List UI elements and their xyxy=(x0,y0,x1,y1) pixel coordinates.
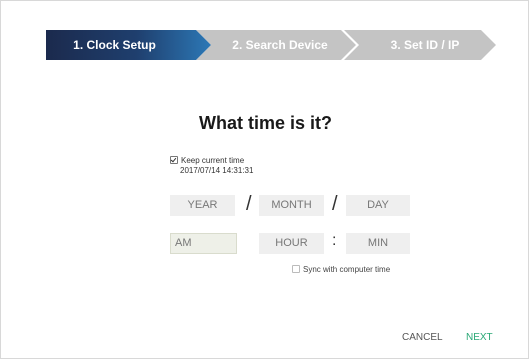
step-breadcrumb: 1. Clock Setup 2. Search Device 3. Set I… xyxy=(46,30,496,60)
step-label: 2. Search Device xyxy=(232,38,328,52)
keep-current-time-label: Keep current time xyxy=(181,156,245,165)
hour-field[interactable]: HOUR xyxy=(259,233,324,254)
minute-field[interactable]: MIN xyxy=(346,233,410,254)
sync-computer-time-option[interactable]: Sync with computer time xyxy=(292,265,390,275)
date-separator: / xyxy=(246,193,252,215)
current-time-value: 2017/07/14 14:31:31 xyxy=(180,166,254,175)
step-clock-setup: 1. Clock Setup xyxy=(46,30,211,60)
page-title: What time is it? xyxy=(198,113,332,133)
day-field[interactable]: DAY xyxy=(346,195,410,216)
step-label: 3. Set ID / IP xyxy=(390,38,460,52)
next-button[interactable]: NEXT xyxy=(466,332,493,343)
step-label: 1. Clock Setup xyxy=(73,38,156,52)
cancel-button[interactable]: CANCEL xyxy=(402,332,443,343)
date-separator: / xyxy=(332,193,338,215)
step-set-id-ip: 3. Set ID / IP xyxy=(344,30,496,60)
wizard-window: 1. Clock Setup 2. Search Device 3. Set I… xyxy=(0,0,529,359)
sync-computer-time-label: Sync with computer time xyxy=(303,265,391,274)
year-field[interactable]: YEAR xyxy=(170,195,235,216)
keep-current-time-option[interactable]: Keep current time 2017/07/14 14:31:31 xyxy=(170,156,253,176)
month-field[interactable]: MONTH xyxy=(259,195,324,216)
sync-computer-time-checkbox[interactable] xyxy=(292,265,300,273)
step-search-device: 2. Search Device xyxy=(196,30,356,60)
time-separator: : xyxy=(332,232,337,249)
keep-current-time-checkbox[interactable] xyxy=(170,156,178,164)
ampm-select[interactable]: AM xyxy=(170,233,237,254)
